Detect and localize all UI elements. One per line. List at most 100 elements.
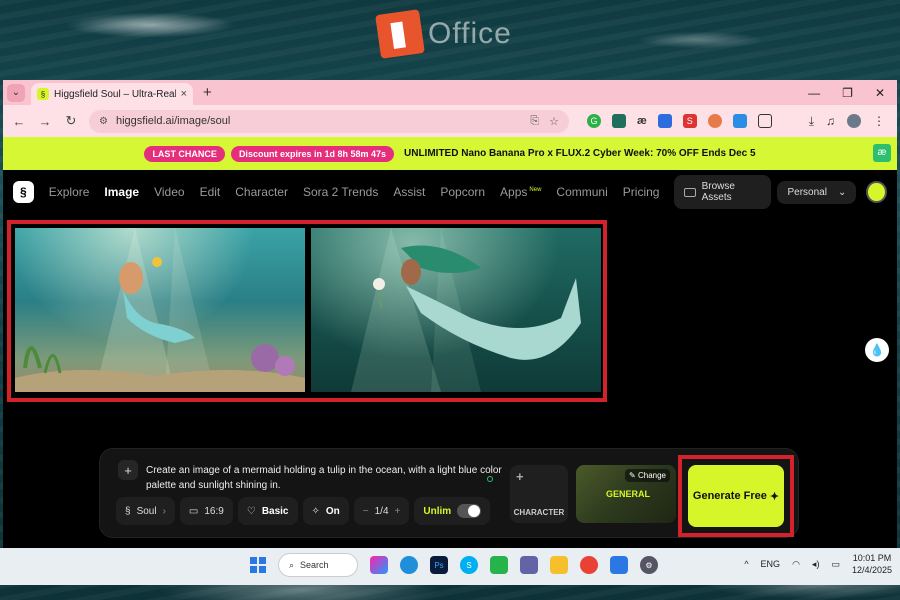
- nav-sora-trends[interactable]: Sora 2 Trends: [303, 185, 378, 199]
- back-icon[interactable]: ←: [11, 114, 27, 129]
- battery-icon[interactable]: ▭: [831, 559, 840, 570]
- edge-icon[interactable]: [400, 556, 418, 574]
- nav-image[interactable]: Image: [104, 185, 139, 199]
- volume-icon[interactable]: ◂): [812, 559, 820, 570]
- clock[interactable]: 10:01 PM 12/4/2025: [852, 552, 892, 576]
- taskbar-search[interactable]: ⌕ Search: [278, 553, 358, 577]
- promo-text: UNLIMITED Nano Banana Pro x FLUX.2 Cyber…: [404, 148, 756, 159]
- nav-popcorn[interactable]: Popcorn: [440, 185, 485, 199]
- restore-button[interactable]: ❐: [842, 86, 853, 100]
- new-badge: New: [529, 187, 542, 193]
- forward-icon[interactable]: →: [37, 114, 53, 129]
- style-selector[interactable]: ✎ Change GENERAL: [576, 465, 676, 523]
- mermaid-image-2[interactable]: [311, 228, 601, 392]
- language-indicator[interactable]: ENG: [761, 559, 781, 569]
- aspect-ratio-selector[interactable]: ▭ 16:9: [179, 497, 233, 525]
- nav-apps-label: Apps: [500, 185, 528, 199]
- unlimited-toggle[interactable]: Unlim: [414, 497, 491, 525]
- browse-assets-button[interactable]: Browse Assets: [674, 175, 772, 209]
- browse-assets-label: Browse Assets: [701, 181, 735, 203]
- skype-icon[interactable]: S: [460, 556, 478, 574]
- nav-apps[interactable]: Apps New: [500, 185, 541, 199]
- extension-blue-icon[interactable]: [657, 114, 672, 128]
- promo-banner[interactable]: LAST CHANCE Discount expires in 1d 8h 58…: [3, 137, 897, 170]
- prompt-input[interactable]: Create an image of a mermaid holding a t…: [146, 463, 502, 493]
- line-icon[interactable]: [490, 556, 508, 574]
- mermaid-image-1[interactable]: [15, 228, 305, 392]
- nav-explore[interactable]: Explore: [49, 185, 90, 199]
- character-selector[interactable]: + CHARACTER: [510, 465, 568, 523]
- settings-gear-icon[interactable]: ⚙: [640, 556, 658, 574]
- nav-pricing[interactable]: Pricing: [623, 185, 660, 199]
- increment-button[interactable]: +: [395, 506, 401, 517]
- url-text: higgsfield.ai/image/soul: [115, 115, 231, 127]
- floating-helper-button[interactable]: 💧: [865, 338, 889, 362]
- windows-start-icon[interactable]: [250, 557, 266, 573]
- install-app-icon[interactable]: ⎘: [530, 115, 539, 128]
- tab-bar: ⌄ § Higgsfield Soul – Ultra-Realistic × …: [3, 80, 897, 105]
- mermaid-illustration-1: [15, 228, 305, 392]
- tab-search-button[interactable]: ⌄: [7, 83, 25, 102]
- tray-chevron-up-icon[interactable]: ^: [744, 559, 748, 569]
- extensions-area: G æ S: [587, 114, 772, 128]
- office-watermark: Office: [375, 9, 512, 59]
- mail-icon[interactable]: [610, 556, 628, 574]
- nav-character[interactable]: Character: [235, 185, 288, 199]
- last-chance-pill: LAST CHANCE: [144, 145, 225, 162]
- site-info-icon[interactable]: ⚙: [99, 116, 108, 127]
- new-tab-button[interactable]: +: [199, 84, 216, 101]
- chevron-right-icon: ›: [162, 505, 166, 517]
- user-avatar[interactable]: [866, 181, 887, 203]
- extension-drop-icon[interactable]: [732, 114, 747, 128]
- extensions-puzzle-icon[interactable]: [757, 114, 772, 128]
- office-logo-icon: [375, 9, 425, 59]
- bookmark-star-icon[interactable]: ☆: [549, 115, 559, 128]
- nav-community[interactable]: Communi: [556, 185, 607, 199]
- quality-selector[interactable]: ♡ Basic: [237, 497, 298, 525]
- minimize-button[interactable]: —: [808, 86, 820, 100]
- aspect-label: 16:9: [204, 505, 224, 517]
- promo-side-icon[interactable]: æ: [873, 144, 891, 162]
- extension-icon[interactable]: [612, 114, 626, 128]
- tab-close-icon[interactable]: ×: [181, 88, 187, 100]
- model-label: Soul: [136, 505, 157, 517]
- change-style-button[interactable]: ✎ Change: [625, 469, 670, 482]
- photoshop-icon[interactable]: Ps: [430, 556, 448, 574]
- copilot-icon[interactable]: [370, 556, 388, 574]
- wifi-icon[interactable]: ◠: [792, 559, 800, 570]
- browser-window: ⌄ § Higgsfield Soul – Ultra-Realistic × …: [3, 80, 897, 548]
- url-field[interactable]: ⚙ higgsfield.ai/image/soul ⎘ ☆: [89, 109, 569, 133]
- model-selector[interactable]: § Soul ›: [116, 497, 175, 525]
- generated-images-gallery: [7, 220, 607, 402]
- profile-avatar[interactable]: [847, 114, 861, 128]
- download-icon[interactable]: ⤓: [809, 114, 814, 129]
- enhance-label: On: [325, 505, 340, 517]
- browser-tab[interactable]: § Higgsfield Soul – Ultra-Realistic ×: [31, 83, 193, 105]
- extension-orange-icon[interactable]: [707, 114, 722, 128]
- file-explorer-icon[interactable]: [550, 556, 568, 574]
- add-reference-button[interactable]: +: [118, 460, 138, 480]
- reload-icon[interactable]: ↻: [63, 113, 79, 129]
- media-icon[interactable]: ♫: [826, 114, 835, 128]
- sparkle-icon: ✦: [769, 490, 780, 503]
- tab-title: Higgsfield Soul – Ultra-Realistic: [54, 88, 176, 100]
- folder-icon: [684, 187, 696, 197]
- toggle-switch[interactable]: [457, 504, 482, 518]
- higgsfield-favicon-icon: §: [37, 88, 49, 100]
- close-window-button[interactable]: ✕: [875, 86, 885, 100]
- grammarly-icon[interactable]: G: [587, 114, 601, 128]
- workspace-select[interactable]: Personal ⌄: [777, 180, 857, 204]
- aspect-ratio-icon: ▭: [188, 505, 199, 517]
- menu-kebab-icon[interactable]: ⋮: [873, 114, 885, 128]
- ae-extension-icon[interactable]: æ: [637, 114, 647, 128]
- chrome-icon[interactable]: [580, 556, 598, 574]
- nav-video[interactable]: Video: [154, 185, 184, 199]
- enhance-toggle[interactable]: ✧ On: [302, 497, 349, 525]
- higgsfield-logo-icon[interactable]: §: [13, 181, 34, 203]
- generate-button[interactable]: Generate Free ✦: [688, 465, 784, 527]
- extension-red-icon[interactable]: S: [682, 114, 697, 128]
- nav-assist[interactable]: Assist: [393, 185, 425, 199]
- decrement-button[interactable]: −: [363, 506, 369, 517]
- nav-edit[interactable]: Edit: [200, 185, 221, 199]
- teams-icon[interactable]: [520, 556, 538, 574]
